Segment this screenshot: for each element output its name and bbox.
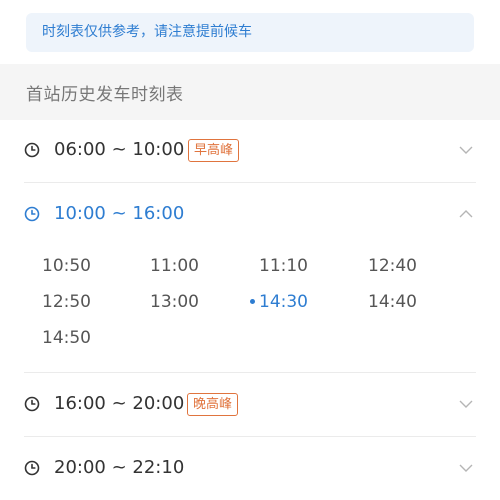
- clock-icon: [24, 396, 40, 412]
- clock-icon: [24, 460, 40, 476]
- current-slot-dot: [250, 299, 255, 304]
- period-time: 16:00 ~ 20:00: [54, 393, 185, 414]
- period-row-2000-2210[interactable]: 20:00 ~ 22:10: [0, 438, 500, 500]
- peak-badge: 早高峰: [188, 139, 240, 162]
- peak-badge: 晚高峰: [187, 393, 239, 416]
- departure-slot: 11:00: [150, 256, 199, 276]
- chevron-up-icon[interactable]: [458, 206, 474, 222]
- clock-icon: [24, 206, 40, 222]
- departure-slot: 12:40: [368, 256, 417, 276]
- clock-icon: [24, 142, 40, 158]
- notice-banner: 时刻表仅供参考，请注意提前候车: [26, 13, 474, 52]
- period-row-1000-1600[interactable]: 10:00 ~ 16:00: [0, 184, 500, 246]
- departure-slot: 14:40: [368, 292, 417, 312]
- divider: [24, 182, 476, 183]
- departure-slot: 12:50: [42, 292, 91, 312]
- chevron-down-icon[interactable]: [458, 142, 474, 158]
- period-time: 06:00 ~ 10:00: [54, 139, 185, 160]
- chevron-down-icon[interactable]: [458, 460, 474, 476]
- period-time: 10:00 ~ 16:00: [54, 203, 185, 224]
- departure-slot: 14:50: [42, 328, 91, 348]
- chevron-down-icon[interactable]: [458, 396, 474, 412]
- divider: [24, 372, 476, 373]
- departure-slot: 10:50: [42, 256, 91, 276]
- notice-area: 时刻表仅供参考，请注意提前候车: [0, 0, 500, 64]
- period-time: 20:00 ~ 22:10: [54, 457, 185, 478]
- divider: [24, 436, 476, 437]
- current-departure-slot: 14:30: [259, 292, 308, 312]
- departure-slot: 11:10: [259, 256, 308, 276]
- period-row-1600-2000[interactable]: 16:00 ~ 20:00 晚高峰: [0, 374, 500, 436]
- period-row-0600-1000[interactable]: 06:00 ~ 10:00 早高峰: [0, 120, 500, 182]
- section-title: 首站历史发车时刻表: [26, 85, 184, 105]
- departure-slot: 13:00: [150, 292, 199, 312]
